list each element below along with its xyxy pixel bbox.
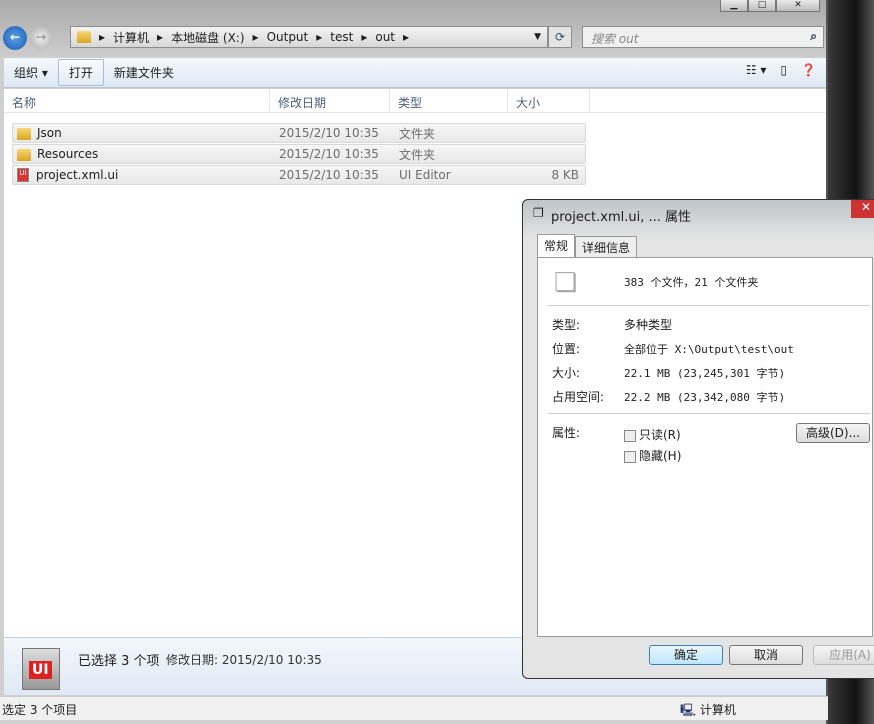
column-headers: 名称 修改日期 类型 大小 — [4, 89, 826, 113]
address-bar[interactable]: ▸ 计算机 ▸ 本地磁盘 (X:) ▸ Output ▸ test ▸ out ▸ ▼ — [70, 26, 548, 48]
help-icon[interactable]: ❓ — [801, 63, 816, 77]
toolbar: 组织 ▾ 打开 新建文件夹 ☷ ▾ ▯ ❓ — [4, 58, 826, 88]
open-button[interactable]: 打开 — [57, 59, 104, 86]
size-value: 22.1 MB (23,245,301 字节) — [624, 367, 786, 380]
ui-file-icon: UI — [22, 648, 60, 690]
preview-pane-icon[interactable]: ▯ — [780, 63, 787, 77]
breadcrumb-item[interactable]: 本地磁盘 (X:) — [171, 29, 244, 46]
column-size[interactable]: 大小 — [508, 89, 590, 112]
column-name[interactable]: 名称 — [4, 89, 270, 112]
status-text: 选定 3 个项目 — [2, 703, 78, 717]
back-button[interactable]: ← — [3, 26, 27, 50]
size-on-disk-value: 22.2 MB (23,342,080 字节) — [624, 391, 786, 404]
window-controls: ▁ □ ✕ — [720, 0, 820, 12]
refresh-button[interactable]: ⟳ — [548, 26, 572, 48]
location-label: 位置: — [552, 342, 581, 356]
table-row[interactable]: Resources 2015/2/10 10:35 文件夹 — [12, 144, 586, 164]
chevron-down-icon[interactable]: ▼ — [534, 32, 541, 42]
view-options-icon[interactable]: ☷ ▾ — [746, 63, 767, 77]
hidden-checkbox[interactable]: 隐藏(H) — [624, 447, 681, 464]
location-value: 全部位于 X:\Output\test\out — [624, 343, 794, 356]
search-input[interactable]: 搜索 out ⌕ — [582, 26, 824, 48]
dialog-title: project.xml.ui, ... 属性 — [551, 210, 691, 225]
tab-general[interactable]: 常规 — [537, 234, 576, 258]
close-button[interactable]: ✕ — [851, 200, 874, 218]
selection-count: 已选择 3 个项 — [78, 654, 160, 669]
breadcrumb-item[interactable]: 计算机 — [113, 29, 149, 46]
minimize-button[interactable]: ▁ — [720, 0, 748, 12]
divider — [548, 413, 870, 414]
folder-icon — [17, 148, 31, 161]
column-date[interactable]: 修改日期 — [270, 89, 390, 112]
folder-icon — [17, 127, 31, 140]
navigation-bar: ← → ▸ 计算机 ▸ 本地磁盘 (X:) ▸ Output ▸ test ▸ out ▸… — [0, 24, 828, 52]
summary: 383 个文件，21 个文件夹 — [624, 276, 759, 289]
ui-file-icon: UI — [17, 168, 29, 183]
readonly-checkbox[interactable]: 只读(R) — [624, 426, 681, 443]
general-panel: ❏ 383 个文件，21 个文件夹 类型: 多种类型 位置: 全部位于 X:\O… — [537, 257, 873, 637]
type-value: 多种类型 — [624, 318, 673, 332]
status-bar: 选定 3 个项目 🖳 计算机 — [0, 696, 828, 720]
breadcrumb-item[interactable]: test — [330, 30, 353, 44]
breadcrumb-item[interactable]: out — [375, 30, 395, 44]
search-icon: ⌕ — [810, 29, 817, 43]
attributes-label: 属性: — [552, 426, 581, 440]
folder-icon — [77, 31, 91, 43]
size-on-disk-label: 占用空间: — [552, 390, 605, 404]
files-icon: ❐ — [533, 206, 544, 220]
table-row[interactable]: Json 2015/2/10 10:35 文件夹 — [12, 123, 586, 143]
divider — [548, 305, 870, 306]
table-row[interactable]: UI project.xml.ui 2015/2/10 10:35 UI Edit… — [12, 165, 586, 185]
breadcrumb-item[interactable]: Output — [267, 30, 309, 44]
multiple-files-icon: ❏ — [554, 268, 578, 298]
computer-icon: 🖳 — [680, 703, 697, 717]
close-button[interactable]: ✕ — [776, 0, 820, 12]
column-type[interactable]: 类型 — [390, 89, 508, 112]
apply-button[interactable]: 应用(A) — [813, 645, 874, 665]
modified-date: 修改日期: 2015/2/10 10:35 — [166, 653, 322, 667]
size-label: 大小: — [552, 366, 581, 380]
advanced-button[interactable]: 高级(D)... — [796, 423, 870, 443]
type-label: 类型: — [552, 318, 581, 332]
ok-button[interactable]: 确定 — [649, 645, 723, 665]
tab-details[interactable]: 详细信息 — [575, 236, 638, 258]
cancel-button[interactable]: 取消 — [729, 645, 803, 665]
properties-dialog: ❐ project.xml.ui, ... 属性 ✕ 常规 详细信息 ❏ 383… — [522, 199, 874, 679]
new-folder-button[interactable]: 新建文件夹 — [104, 60, 184, 85]
forward-button[interactable]: → — [30, 27, 52, 49]
organize-button[interactable]: 组织 ▾ — [4, 60, 58, 85]
maximize-button[interactable]: □ — [748, 0, 776, 12]
